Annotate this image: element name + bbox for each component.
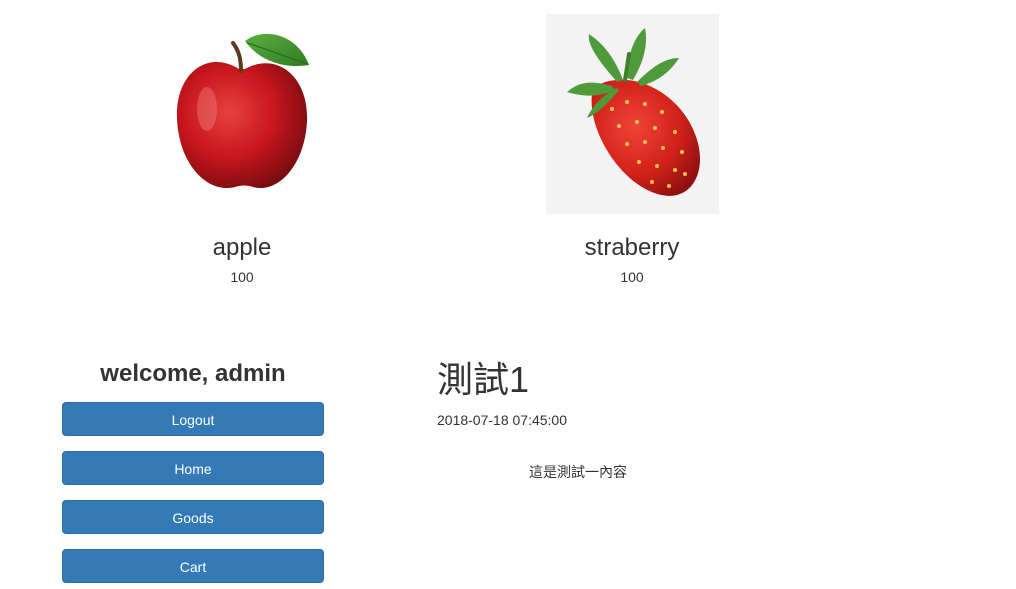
- article-title: 測試1: [437, 359, 530, 400]
- logout-button[interactable]: Logout: [62, 402, 324, 436]
- goods-button[interactable]: Goods: [62, 500, 324, 534]
- apple-icon: [176, 33, 309, 189]
- strawberry-icon: [567, 28, 700, 196]
- page: apple 100 straberry 100 welcome, admin L…: [0, 0, 1016, 589]
- product-image-apple[interactable]: [142, 14, 342, 214]
- product-name: straberry: [584, 234, 680, 261]
- product-image-background: [545, 14, 719, 214]
- product-card-strawberry: straberry 100: [532, 14, 732, 287]
- product-card-apple: apple 100: [142, 14, 342, 287]
- home-button[interactable]: Home: [62, 451, 324, 485]
- product-image-strawberry[interactable]: [532, 14, 732, 214]
- article-content: 這是測試一內容: [529, 464, 627, 480]
- article-date: 2018-07-18 07:45:00: [437, 412, 567, 428]
- welcome-message: welcome, admin: [100, 360, 286, 387]
- product-price: 100: [620, 269, 644, 285]
- cart-button[interactable]: Cart: [62, 549, 324, 583]
- product-price: 100: [230, 269, 254, 285]
- product-name: apple: [212, 234, 272, 261]
- user-sidebar: welcome, admin Logout Home Goods Cart: [62, 358, 324, 589]
- article: 測試1 2018-07-18 07:45:00 這是測試一內容: [437, 358, 719, 482]
